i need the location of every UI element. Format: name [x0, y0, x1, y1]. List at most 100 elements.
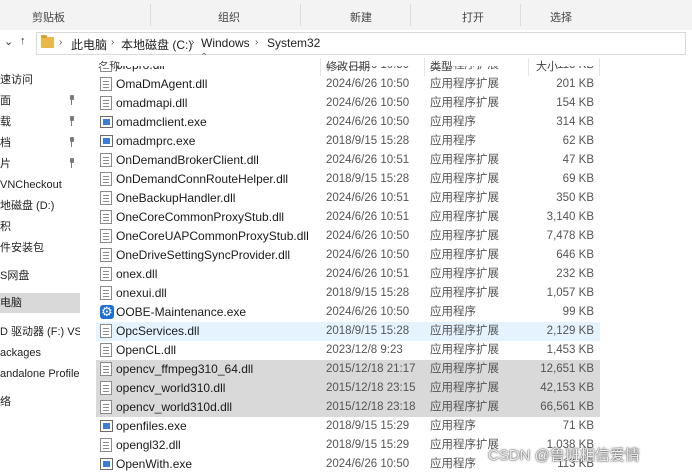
pin-icon	[68, 137, 76, 147]
nav-item-label: 载	[0, 116, 11, 128]
dll-icon	[100, 153, 112, 167]
dll-icon	[100, 210, 112, 224]
file-size: 314 KB	[556, 116, 594, 128]
file-row[interactable]: onex.dll 2024/6/26 10:51 应用程序扩展 232 KB	[96, 265, 600, 284]
nav-item-label: 件安装包	[0, 242, 44, 254]
file-size: 350 KB	[556, 192, 594, 204]
file-date: 2024/6/26 10:51	[326, 268, 410, 280]
breadcrumb-system32[interactable]: System32	[267, 36, 320, 50]
ribbon-group-select: 选择	[550, 12, 572, 24]
ribbon-separator	[300, 4, 301, 26]
nav-item-label: VNCheckout	[0, 179, 62, 191]
file-name: olepro.dll	[116, 66, 165, 75]
file-name: OneCoreCommonProxyStub.dll	[116, 210, 285, 224]
nav-item-pictures[interactable]: 片	[0, 154, 80, 174]
file-type: 应用程序扩展	[430, 154, 499, 166]
file-size: 71 KB	[562, 420, 594, 432]
file-row[interactable]: omadmapi.dll 2024/6/26 10:50 应用程序扩展 154 KB	[96, 94, 600, 113]
file-name: OneCoreUAPCommonProxyStub.dll	[116, 229, 309, 243]
nav-item-dvd-drive-f[interactable]: D 驱动器 (F:) VS2	[0, 322, 80, 342]
file-size: 1,057 KB	[546, 287, 594, 299]
address-bar[interactable]: › 此电脑 › 本地磁盘 (C:) › Windows › System32	[36, 32, 686, 55]
file-name: onex.dll	[116, 267, 158, 281]
file-type: 应用程序扩展	[430, 97, 499, 109]
ribbon: 剪贴板 组织 新建 打开 选择	[0, 0, 692, 31]
chevron-right-icon[interactable]: ›	[255, 37, 258, 48]
file-row[interactable]: olepro.dll 2024/6/26 10:50 应用程序扩展 115 KB	[96, 66, 600, 75]
file-name: openfiles.exe	[116, 419, 187, 433]
file-size: 42,153 KB	[540, 382, 594, 394]
dll-icon	[100, 324, 112, 338]
file-row[interactable]: OneBackupHandler.dll 2024/6/26 10:51 应用程序扩…	[96, 189, 600, 208]
file-name: OneDriveSettingSyncProvider.dll	[116, 248, 291, 262]
file-name: OnDemandBrokerClient.dll	[116, 153, 259, 167]
file-name: opencv_world310d.dll	[116, 400, 233, 414]
file-size: 12,651 KB	[540, 363, 594, 375]
file-row[interactable]: omadmprc.exe 2018/9/15 15:28 应用程序 62 KB	[96, 132, 600, 151]
nav-item-label: 面	[0, 95, 11, 107]
nav-item-software-packages[interactable]: 件安装包	[0, 238, 80, 258]
dll-icon	[100, 191, 112, 205]
file-date: 2023/12/8 9:23	[326, 344, 403, 356]
navigation-pane[interactable]: 速访问 面 载 档 片 VNCheckout 地磁盘 (D:) 积 件安装包 S…	[0, 56, 82, 472]
nav-item-this-pc[interactable]: 电脑	[0, 293, 80, 313]
breadcrumb-windows[interactable]: Windows	[201, 36, 250, 50]
file-name: onexui.dll	[116, 286, 167, 300]
nav-item-accumulate[interactable]: 积	[0, 217, 80, 237]
file-row[interactable]: OnDemandBrokerClient.dll 2024/6/26 10:51 应…	[96, 151, 600, 170]
file-name: opencv_world310.dll	[116, 381, 226, 395]
breadcrumb-this-pc[interactable]: 此电脑	[71, 36, 107, 53]
exe-icon	[100, 135, 113, 147]
folder-icon	[41, 35, 54, 48]
file-name: OmaDmAgent.dll	[116, 77, 208, 91]
file-type: 应用程序	[430, 135, 476, 147]
breadcrumb-local-disk-c[interactable]: 本地磁盘 (C:)	[121, 36, 192, 53]
file-row[interactable]: openfiles.exe 2018/9/15 15:29 应用程序 71 KB	[96, 417, 600, 436]
ribbon-separator	[520, 4, 521, 26]
file-type: 应用程序扩展	[430, 230, 499, 242]
nav-item-desktop[interactable]: 面	[0, 91, 80, 111]
file-size: 154 KB	[556, 97, 594, 109]
file-row[interactable]: OOBE-Maintenance.exe 2024/6/26 10:50 应用程序 9…	[96, 302, 600, 322]
nav-item-standalone-profile[interactable]: andalone Profile	[0, 364, 80, 384]
file-date: 2015/12/18 23:18	[326, 401, 416, 413]
nav-item-packages[interactable]: ackages	[0, 343, 80, 363]
dll-icon	[100, 77, 112, 91]
file-row[interactable]: opencv_world310.dll 2015/12/18 23:15 应用程序扩…	[96, 379, 600, 398]
chevron-right-icon[interactable]: ›	[59, 37, 62, 48]
up-arrow-button[interactable]: ↑	[20, 35, 26, 47]
file-row[interactable]: OpcServices.dll 2018/9/15 15:28 应用程序扩展 2,12…	[96, 322, 600, 341]
file-row[interactable]: OpenCL.dll 2023/12/8 9:23 应用程序扩展 1,453 KB	[96, 341, 600, 360]
file-row[interactable]: onexui.dll 2018/9/15 15:28 应用程序扩展 1,057 KB	[96, 284, 600, 303]
file-row[interactable]: OmaDmAgent.dll 2024/6/26 10:50 应用程序扩展 201 K…	[96, 75, 600, 94]
file-type: 应用程序	[430, 458, 476, 470]
nav-item-wps-cloud[interactable]: S网盘	[0, 266, 80, 286]
nav-item-quick-access[interactable]: 速访问	[0, 70, 80, 90]
file-date: 2024/6/26 10:51	[326, 211, 410, 223]
file-row[interactable]: omadmclient.exe 2024/6/26 10:50 应用程序 314 KB	[96, 113, 600, 132]
file-size: 201 KB	[556, 78, 594, 90]
file-type: 应用程序扩展	[430, 344, 499, 356]
nav-item-svncheckout[interactable]: VNCheckout	[0, 175, 80, 195]
nav-item-downloads[interactable]: 载	[0, 112, 80, 132]
file-row[interactable]: OneCoreUAPCommonProxyStub.dll 2024/6/26 1…	[96, 227, 600, 246]
chevron-down-icon[interactable]: ⌄	[4, 35, 13, 48]
chevron-right-icon[interactable]: ›	[191, 37, 194, 48]
nav-item-documents[interactable]: 档	[0, 133, 80, 153]
nav-item-network[interactable]: 络	[0, 392, 80, 412]
file-name: omadmapi.dll	[116, 96, 188, 110]
pin-icon	[68, 95, 76, 105]
ribbon-separator	[410, 4, 411, 26]
file-row[interactable]: OnDemandConnRouteHelper.dll 2018/9/15 15:…	[96, 170, 600, 189]
file-date: 2024/6/26 10:50	[326, 249, 410, 261]
file-date: 2018/9/15 15:28	[326, 325, 410, 337]
file-row[interactable]: OneDriveSettingSyncProvider.dll 2024/6/26…	[96, 246, 600, 265]
file-list[interactable]: olepro.dll2024/6/26 10:50应用程序扩展115 KBOma…	[96, 66, 600, 472]
file-row[interactable]: opencv_ffmpeg310_64.dll 2015/12/18 21:17 应…	[96, 360, 600, 379]
file-name: omadmprc.exe	[116, 134, 196, 148]
nav-item-local-disk-d[interactable]: 地磁盘 (D:)	[0, 196, 80, 216]
file-date: 2024/6/26 10:51	[326, 192, 410, 204]
file-row[interactable]: OneCoreCommonProxyStub.dll 2024/6/26 10:5…	[96, 208, 600, 227]
chevron-right-icon[interactable]: ›	[111, 37, 114, 48]
file-row[interactable]: opencv_world310d.dll 2015/12/18 23:18 应用程序…	[96, 398, 600, 417]
